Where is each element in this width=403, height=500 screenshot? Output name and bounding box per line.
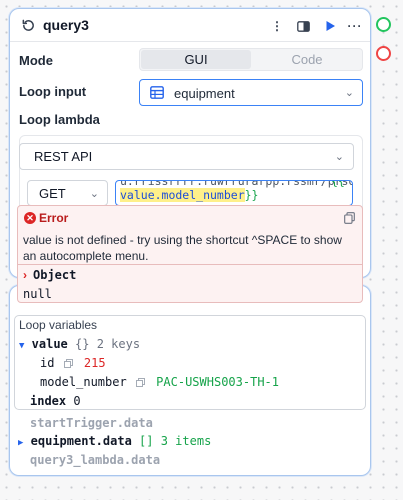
loop-input-select[interactable]: equipment ⌄ [139, 79, 363, 106]
model-number-value: PAC-USWHS003-TH-1 [156, 375, 279, 389]
kebab-icon[interactable]: ⋮ [269, 18, 285, 34]
copy-icon[interactable] [135, 378, 145, 387]
url-first-line: u.rrissrrrr.ruwrrurarpp.rssmr/prsdac/ [120, 180, 353, 188]
resource-type-value: REST API [34, 149, 93, 164]
triangle-right-icon[interactable]: ▶ [18, 438, 23, 448]
value-type: {} [75, 337, 90, 351]
divider [18, 264, 362, 265]
http-method-select[interactable]: GET ⌄ [27, 180, 108, 206]
equipment-key: equipment.data [30, 434, 132, 448]
mode-gui-button[interactable]: GUI [141, 50, 251, 69]
loop-icon [22, 19, 34, 31]
equipment-row[interactable]: ▶ equipment.data [] 3 items [18, 434, 211, 448]
failure-handle[interactable] [376, 46, 391, 61]
equipment-type: [] [139, 434, 154, 448]
id-key: id [40, 356, 55, 370]
run-icon[interactable] [322, 18, 338, 34]
http-method-value: GET [39, 186, 66, 201]
url-expression: value.model_number [120, 188, 245, 202]
start-trigger-row[interactable]: startTrigger.data [30, 416, 153, 430]
success-handle[interactable] [376, 17, 391, 32]
more-options-icon[interactable]: ··· [347, 18, 363, 34]
index-key: index [30, 394, 67, 408]
error-object-value: null [23, 287, 52, 301]
loop-lambda-label: Loop lambda [19, 112, 100, 127]
url-open-brace: {{ [331, 180, 345, 188]
copy-icon[interactable] [63, 359, 73, 368]
index-row[interactable]: index 0 [30, 394, 81, 408]
copy-icon[interactable] [344, 212, 355, 224]
start-trigger-key: startTrigger.data [30, 416, 153, 430]
url-close-brace: }} [244, 188, 259, 202]
chevron-down-icon: ⌄ [334, 151, 344, 163]
model-number-key: model_number [40, 375, 127, 389]
resource-type-select[interactable]: REST API ⌄ [19, 143, 354, 170]
error-object-label[interactable]: Object [33, 268, 76, 282]
index-value: 0 [73, 394, 81, 408]
model-number-row[interactable]: model_number PAC-USWHS003-TH-1 [40, 375, 279, 389]
loop-input-label: Loop input [19, 84, 87, 99]
chevron-right-icon[interactable]: › [23, 268, 27, 282]
id-row[interactable]: id 215 [40, 356, 106, 370]
chevron-down-icon: ⌄ [89, 188, 99, 200]
error-title: Error [39, 211, 69, 225]
lambda-data-key: query3_lambda.data [30, 453, 161, 467]
node-title[interactable]: query3 [43, 17, 89, 33]
loop-input-value: equipment [174, 86, 235, 101]
chevron-down-icon: ⌄ [344, 87, 354, 99]
mode-code-button[interactable]: Code [252, 49, 362, 70]
mode-toggle: GUI Code [139, 48, 363, 71]
error-popover: ✕ Error value is not defined - try using… [17, 205, 363, 303]
side-panel-icon[interactable] [295, 18, 311, 34]
value-key: value [31, 337, 68, 351]
equipment-count: 3 items [160, 434, 212, 448]
error-icon: ✕ [24, 212, 36, 224]
lambda-data-row[interactable]: query3_lambda.data [30, 453, 160, 467]
url-second-line: value.model_number}} [120, 188, 258, 202]
node-header: query3 ⋮ ··· [10, 9, 370, 42]
mode-label: Mode [19, 53, 53, 68]
triangle-down-icon[interactable]: ▼ [19, 341, 24, 351]
table-icon [150, 86, 164, 99]
value-tree-row[interactable]: ▼ value {} 2 keys [19, 337, 140, 351]
error-message: value is not defined - try using the sho… [23, 233, 342, 263]
loop-variables-title: Loop variables [19, 318, 98, 332]
url-input[interactable]: u.rrissrrrr.ruwrrurarpp.rssmr/prsdac/ {{… [115, 180, 353, 206]
id-value: 215 [83, 356, 106, 370]
value-count: 2 keys [96, 337, 141, 351]
